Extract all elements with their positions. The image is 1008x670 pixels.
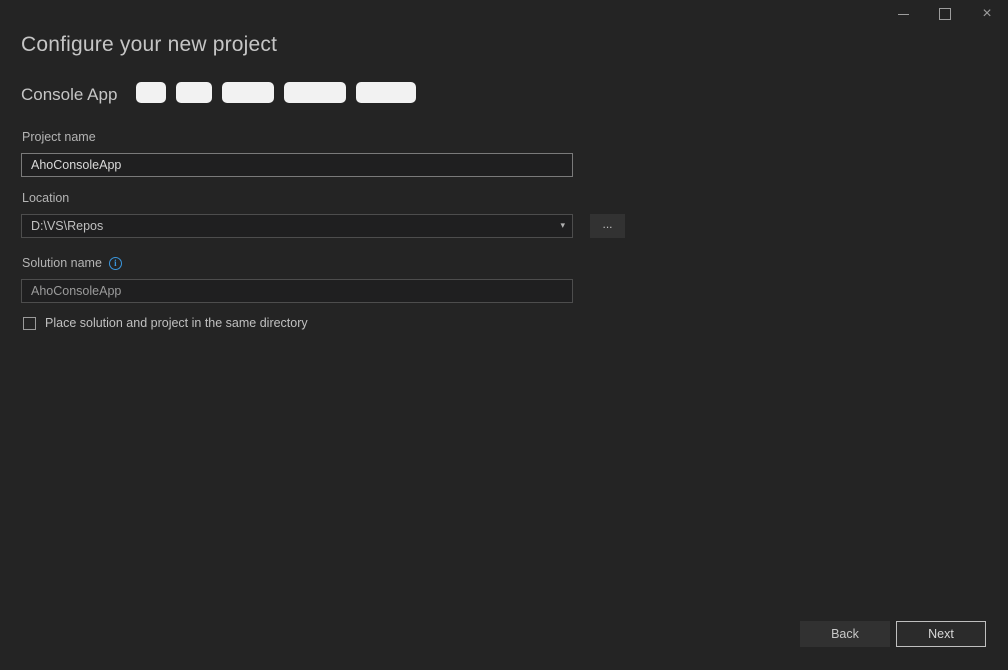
tag-pill [222, 82, 274, 103]
next-button[interactable]: Next [896, 621, 986, 647]
tag-pill [356, 82, 416, 103]
chevron-down-icon: ▾ [560, 221, 565, 231]
same-directory-checkbox-row: Place solution and project in the same d… [23, 316, 308, 330]
solution-name-label: Solution name i [22, 256, 122, 270]
close-button[interactable]: × [966, 0, 1008, 28]
solution-name-input[interactable] [21, 279, 573, 303]
same-directory-checkbox-label: Place solution and project in the same d… [45, 316, 308, 330]
browse-location-button[interactable]: ... [590, 214, 625, 238]
project-name-label: Project name [22, 130, 96, 144]
back-button[interactable]: Back [800, 621, 890, 647]
tag-pill [136, 82, 166, 103]
close-icon: × [982, 6, 991, 22]
solution-name-label-text: Solution name [22, 256, 102, 270]
minimize-button[interactable] [882, 0, 924, 28]
template-row: Console App [21, 84, 426, 106]
maximize-button[interactable] [924, 0, 966, 28]
minimize-icon [898, 14, 909, 15]
page-title: Configure your new project [21, 33, 277, 57]
project-name-input[interactable] [21, 153, 573, 177]
tag-pill [176, 82, 212, 103]
template-tags [136, 82, 426, 108]
location-combobox[interactable]: D:\VS\Repos ▾ [21, 214, 573, 238]
location-label: Location [22, 191, 69, 205]
template-name: Console App [21, 85, 117, 105]
info-icon[interactable]: i [109, 257, 122, 270]
tag-pill [284, 82, 346, 103]
location-value: D:\VS\Repos [31, 219, 103, 233]
same-directory-checkbox[interactable] [23, 317, 36, 330]
titlebar-controls: × [882, 0, 1008, 28]
maximize-icon [939, 8, 951, 20]
